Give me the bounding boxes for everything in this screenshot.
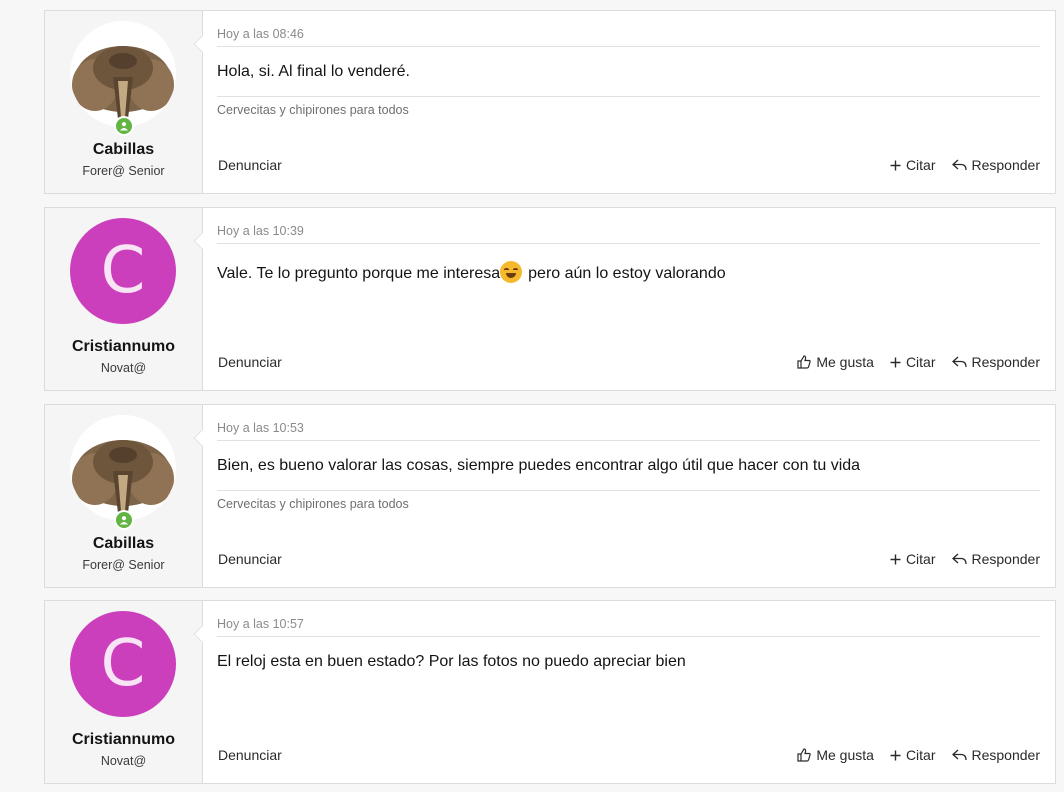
report-link[interactable]: Denunciar	[218, 551, 282, 567]
username[interactable]: Cabillas	[45, 535, 202, 553]
username[interactable]: Cristiannumo	[45, 338, 202, 356]
username[interactable]: Cristiannumo	[45, 731, 202, 749]
plus-icon	[890, 160, 901, 170]
reply-button[interactable]: Responder	[951, 354, 1041, 370]
post-date[interactable]: Hoy a las 10:53	[217, 421, 304, 435]
avatar[interactable]: C	[70, 611, 176, 717]
quote-button[interactable]: Citar	[890, 747, 936, 763]
avatar-letter: C	[70, 218, 176, 324]
post-main-cell: Hoy a las 10:53 Bien, es bueno valorar l…	[193, 405, 1055, 587]
reply-button[interactable]: Responder	[951, 551, 1041, 567]
plus-icon	[890, 554, 901, 564]
like-label: Me gusta	[816, 354, 874, 370]
message-body: Vale. Te lo pregunto porque me interesa p…	[217, 261, 726, 283]
online-status-icon	[114, 116, 134, 136]
quote-label: Citar	[905, 157, 936, 173]
post-footer: Denunciar Citar Responder	[217, 157, 1040, 177]
avatar-photo	[70, 21, 176, 127]
message-body: Bien, es bueno valorar las cosas, siempr…	[217, 457, 861, 474]
message-body: Hola, si. Al final lo venderé.	[217, 63, 410, 80]
message-text: Vale. Te lo pregunto porque me interesa	[217, 265, 501, 282]
quote-button[interactable]: Citar	[890, 551, 936, 567]
plus-icon	[890, 750, 901, 760]
user-signature: Cervecitas y chipirones para todos	[217, 103, 409, 117]
quote-label: Citar	[905, 551, 936, 567]
quote-button[interactable]: Citar	[890, 157, 936, 173]
thumbs-up-icon	[797, 355, 812, 369]
user-signature: Cervecitas y chipirones para todos	[217, 497, 409, 511]
forum-post: C Cristiannumo Novat@ Hoy a las 10:57 El…	[44, 600, 1056, 784]
avatar[interactable]	[70, 21, 176, 136]
post-date[interactable]: Hoy a las 10:57	[217, 617, 304, 631]
post-user-cell: Cabillas Forer@ Senior	[45, 405, 203, 587]
forum-post: C Cristiannumo Novat@ Hoy a las 10:39 Va…	[44, 207, 1056, 391]
message-text-continued: pero aún lo estoy valorando	[528, 265, 726, 282]
online-status-icon	[114, 510, 134, 530]
reply-button[interactable]: Responder	[951, 747, 1041, 763]
quote-button[interactable]: Citar	[890, 354, 936, 370]
reply-arrow-icon	[951, 553, 967, 565]
like-label: Me gusta	[816, 747, 874, 763]
avatar-letter: C	[70, 611, 176, 717]
report-link[interactable]: Denunciar	[218, 157, 282, 173]
post-user-cell: Cabillas Forer@ Senior	[45, 11, 203, 193]
post-main-cell: Hoy a las 10:57 El reloj esta en buen es…	[193, 601, 1055, 783]
like-button[interactable]: Me gusta	[797, 747, 874, 763]
report-link[interactable]: Denunciar	[218, 354, 282, 370]
divider	[217, 243, 1040, 244]
divider	[217, 440, 1040, 441]
reply-arrow-icon	[951, 159, 967, 171]
forum-post: Cabillas Forer@ Senior Hoy a las 08:46 H…	[44, 10, 1056, 194]
thumbs-up-icon	[797, 748, 812, 762]
user-title: Forer@ Senior	[82, 558, 165, 572]
post-date[interactable]: Hoy a las 08:46	[217, 27, 304, 41]
avatar-photo	[70, 415, 176, 521]
post-main-cell: Hoy a las 08:46 Hola, si. Al final lo ve…	[193, 11, 1055, 193]
reply-label: Responder	[971, 551, 1041, 567]
post-footer: Denunciar Me gusta Citar Responder	[217, 747, 1040, 767]
message-body: El reloj esta en buen estado? Por las fo…	[217, 653, 686, 670]
divider	[217, 46, 1040, 47]
avatar[interactable]: C	[70, 218, 176, 324]
post-main-cell: Hoy a las 10:39 Vale. Te lo pregunto por…	[193, 208, 1055, 390]
username[interactable]: Cabillas	[45, 141, 202, 159]
post-date[interactable]: Hoy a las 10:39	[217, 224, 304, 238]
post-user-cell: C Cristiannumo Novat@	[45, 601, 203, 783]
reply-label: Responder	[971, 747, 1041, 763]
plus-icon	[890, 357, 901, 367]
signature-divider	[217, 96, 1040, 97]
reply-arrow-icon	[951, 749, 967, 761]
avatar[interactable]	[70, 415, 176, 530]
divider	[217, 636, 1040, 637]
reply-label: Responder	[971, 354, 1041, 370]
post-user-cell: C Cristiannumo Novat@	[45, 208, 203, 390]
like-button[interactable]: Me gusta	[797, 354, 874, 370]
smiling-face-emoji-icon	[500, 261, 523, 283]
reply-button[interactable]: Responder	[951, 157, 1041, 173]
user-title: Forer@ Senior	[82, 164, 165, 178]
quote-label: Citar	[905, 354, 936, 370]
reply-arrow-icon	[951, 356, 967, 368]
signature-divider	[217, 490, 1040, 491]
report-link[interactable]: Denunciar	[218, 747, 282, 763]
user-title: Novat@	[100, 361, 147, 375]
user-title: Novat@	[100, 754, 147, 768]
reply-label: Responder	[971, 157, 1041, 173]
forum-post: Cabillas Forer@ Senior Hoy a las 10:53 B…	[44, 404, 1056, 588]
post-footer: Denunciar Citar Responder	[217, 551, 1040, 571]
post-footer: Denunciar Me gusta Citar Responder	[217, 354, 1040, 374]
quote-label: Citar	[905, 747, 936, 763]
